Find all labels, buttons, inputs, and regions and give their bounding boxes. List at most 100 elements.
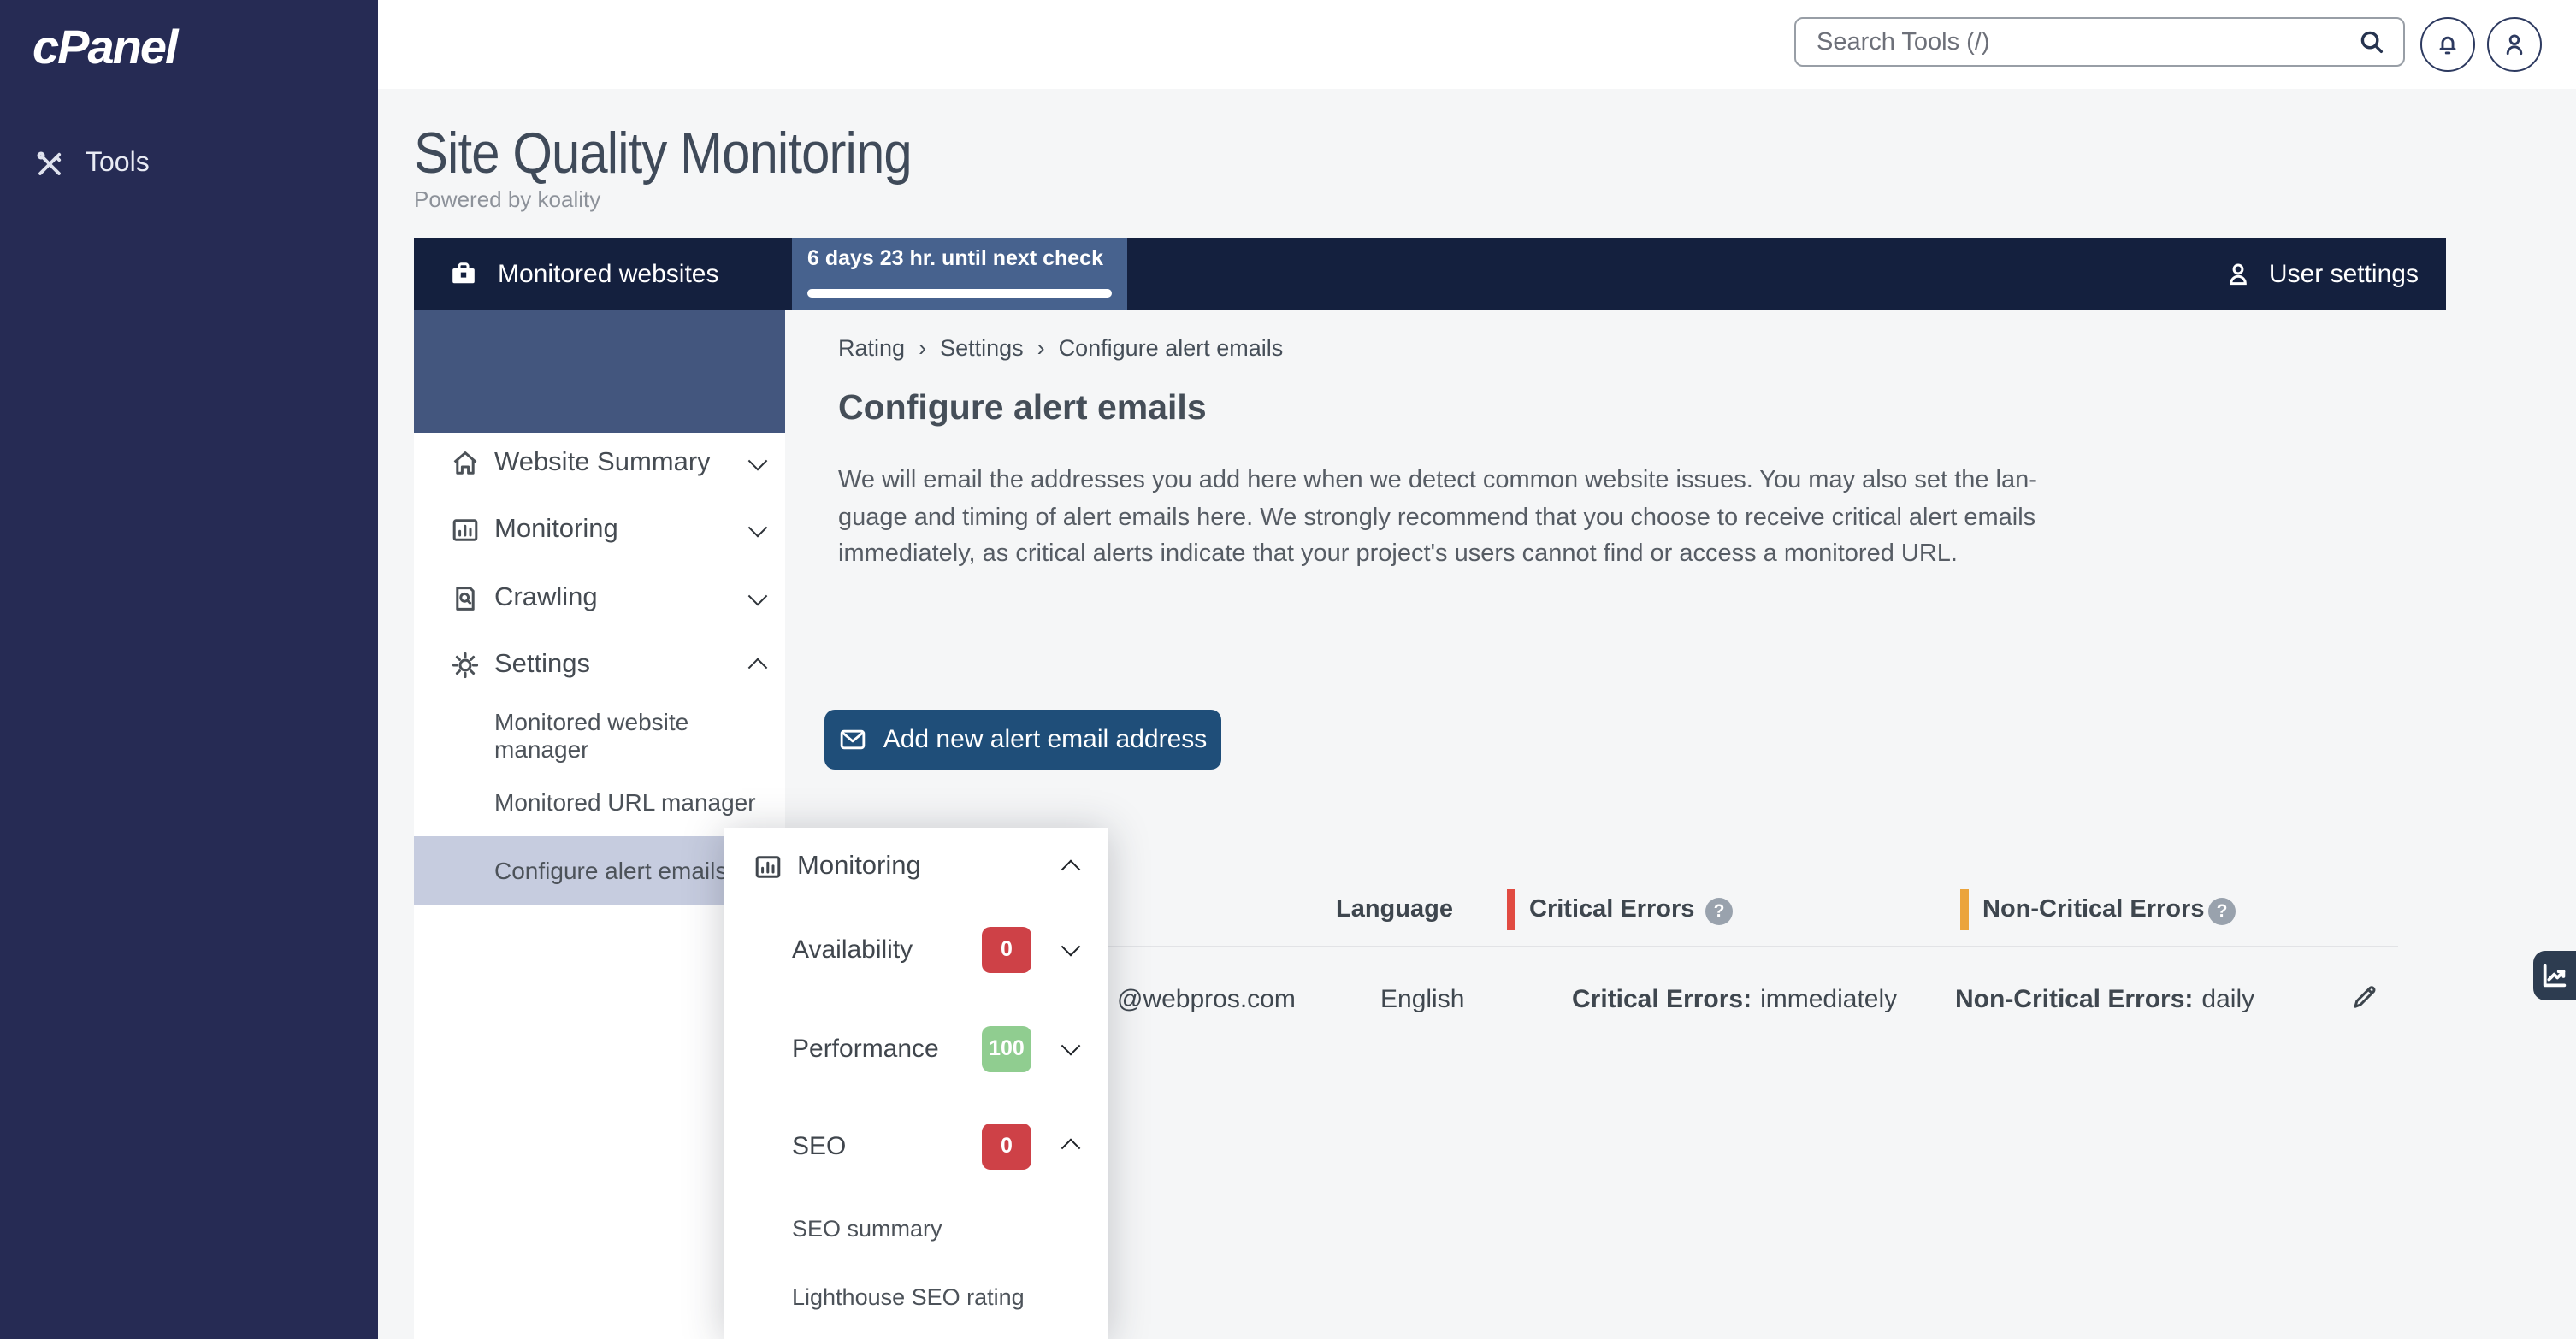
search-icon[interactable]: [2357, 27, 2386, 56]
notifications-button[interactable]: [2420, 17, 2475, 72]
top-header: [378, 0, 2576, 89]
sidebar-item-label: Monitoring: [494, 515, 618, 546]
sidebar-subitem-label: Monitored website manager: [494, 708, 785, 763]
monitored-websites-label: Monitored websites: [498, 259, 718, 288]
sidebar-item-monitoring[interactable]: Monitoring: [414, 504, 785, 556]
breadcrumb-current: Configure alert emails: [1059, 335, 1284, 361]
add-alert-email-button[interactable]: Add new alert email address: [824, 710, 1221, 770]
monitored-websites-dropdown[interactable]: Monitored websites: [448, 238, 833, 310]
monitoring-flyout-button[interactable]: [2533, 951, 2576, 1000]
popup-subitem-label: Lighthouse SEO rating: [792, 1283, 1025, 1309]
popup-subitem-label: SEO summary: [792, 1215, 942, 1241]
content-heading: Configure alert emails: [838, 388, 1207, 429]
row-critical-label: Critical Errors:: [1572, 985, 1752, 1014]
row-critical-value: immediately: [1760, 985, 1897, 1014]
add-alert-email-label: Add new alert email address: [883, 725, 1208, 754]
sidebar-item-crawling[interactable]: Crawling: [414, 573, 785, 624]
popup-item-label: Performance: [792, 1034, 939, 1063]
sidebar-item-label: Crawling: [494, 583, 598, 614]
search-box: [1794, 17, 2405, 67]
tools-label: Tools: [86, 149, 150, 180]
popup-header-label: Monitoring: [797, 852, 921, 882]
page-subtitle: Powered by koality: [414, 186, 600, 212]
user-settings-icon: [2224, 259, 2254, 288]
side-nav-header-block: [414, 310, 785, 433]
popup-item-availability[interactable]: Availability 0: [724, 923, 1108, 975]
breadcrumb-separator: ›: [1037, 335, 1045, 361]
site-quality-monitoring-page: cPanel Tools: [0, 0, 2576, 1339]
envelope-icon: [839, 725, 868, 754]
next-check-progress-track: [807, 289, 1112, 297]
critical-errors-marker: [1507, 889, 1515, 930]
chart-line-icon: [2540, 961, 2569, 990]
sidebar-item-settings[interactable]: Settings: [414, 640, 785, 691]
critical-errors-help-icon[interactable]: ?: [1705, 898, 1733, 925]
user-icon: [2501, 31, 2528, 58]
seo-badge: 0: [982, 1123, 1031, 1169]
sidebar-item-monitored-url-manager[interactable]: Monitored URL manager: [414, 776, 785, 828]
sidebar-item-label: Website Summary: [494, 448, 711, 479]
cpanel-logo[interactable]: cPanel: [32, 21, 177, 75]
column-header-language: Language: [1336, 896, 1453, 923]
column-header-critical-errors: Critical Errors: [1529, 896, 1694, 923]
user-settings-button[interactable]: User settings: [2224, 238, 2419, 310]
popup-item-lighthouse-seo-rating[interactable]: Lighthouse SEO rating: [724, 1271, 1108, 1322]
chevron-up-icon: [1061, 1139, 1081, 1159]
chevron-down-icon: [1061, 937, 1081, 957]
non-critical-errors-marker: [1960, 889, 1969, 930]
popup-item-seo-summary[interactable]: SEO summary: [724, 1202, 1108, 1253]
tools-icon: [34, 149, 65, 180]
sidebar-item-tools[interactable]: Tools: [34, 149, 150, 180]
home-icon: [450, 448, 481, 479]
user-menu-button[interactable]: [2487, 17, 2542, 72]
bar-chart-icon: [753, 852, 783, 882]
popup-item-label: Availability: [792, 935, 913, 964]
sidebar-item-label: Settings: [494, 650, 590, 681]
chevron-down-icon: [748, 518, 768, 538]
search-input[interactable]: [1817, 28, 2357, 56]
popup-item-seo[interactable]: SEO 0: [724, 1120, 1108, 1171]
chevron-up-icon: [1061, 860, 1081, 880]
content-description: We will email the addresses you add here…: [838, 463, 2039, 574]
edit-alert-email-button[interactable]: [2345, 978, 2383, 1016]
app-bar: Monitored websites 6 days 23 hr. until n…: [414, 238, 2446, 310]
performance-badge: 100: [982, 1025, 1031, 1071]
next-check-progress-fill: [807, 289, 1112, 297]
row-email: @webpros.com: [1117, 985, 1296, 1014]
page-search-icon: [450, 583, 481, 614]
bell-icon: [2434, 31, 2461, 58]
app-sidebar: cPanel Tools: [0, 0, 378, 1339]
availability-badge: 0: [982, 926, 1031, 972]
column-header-non-critical-errors: Non-Critical Errors: [1982, 896, 2204, 923]
bar-chart-icon: [450, 515, 481, 546]
sidebar-subitem-label: Configure alert emails: [494, 857, 727, 884]
non-critical-errors-help-icon[interactable]: ?: [2208, 898, 2236, 925]
breadcrumb-separator: ›: [919, 335, 926, 361]
next-check-label: 6 days 23 hr. until next check: [807, 246, 1103, 270]
page-title: Site Quality Monitoring: [414, 121, 912, 188]
toolbox-icon: [448, 258, 479, 289]
gear-icon: [450, 650, 481, 681]
sidebar-subitem-label: Monitored URL manager: [494, 788, 756, 816]
breadcrumb-rating[interactable]: Rating: [838, 335, 905, 361]
row-critical-errors: Critical Errors: immediately: [1572, 985, 1897, 1014]
monitoring-popup: Monitoring Availability 0 Performance 10…: [724, 828, 1108, 1339]
chevron-down-icon: [1061, 1036, 1081, 1056]
row-non-critical-errors: Non-Critical Errors: daily: [1955, 985, 2254, 1014]
row-non-critical-label: Non-Critical Errors:: [1955, 985, 2193, 1014]
chevron-down-icon: [748, 451, 768, 471]
popup-item-performance[interactable]: Performance 100: [724, 1023, 1108, 1074]
breadcrumb: Rating › Settings › Configure alert emai…: [838, 335, 1283, 361]
breadcrumb-settings[interactable]: Settings: [940, 335, 1024, 361]
next-check-indicator: 6 days 23 hr. until next check: [792, 238, 1127, 310]
row-language: English: [1380, 985, 1464, 1014]
chevron-up-icon: [748, 658, 768, 678]
pencil-icon: [2349, 982, 2379, 1012]
row-non-critical-value: daily: [2201, 985, 2254, 1014]
user-settings-label: User settings: [2269, 259, 2419, 288]
chevron-down-icon: [748, 587, 768, 606]
popup-item-label: SEO: [792, 1131, 846, 1160]
popup-header-monitoring[interactable]: Monitoring: [724, 841, 1108, 893]
sidebar-item-monitored-website-manager[interactable]: Monitored website manager: [414, 710, 785, 761]
sidebar-item-website-summary[interactable]: Website Summary: [414, 438, 785, 489]
